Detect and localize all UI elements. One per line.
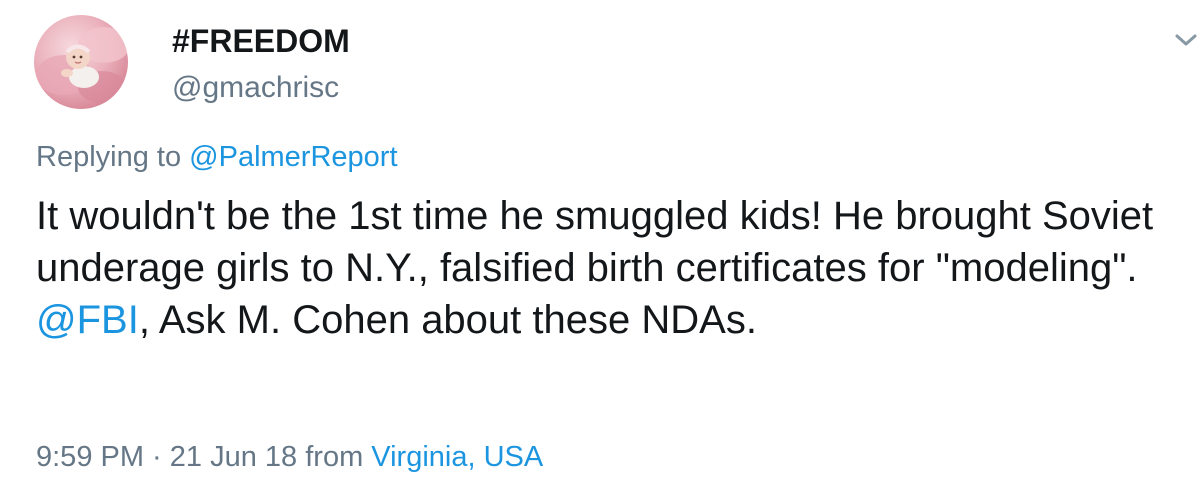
tweet-meta: 9:59 PM · 21 Jun 18 from Virginia, USA xyxy=(36,440,543,474)
fbi-mention-link[interactable]: @FBI xyxy=(36,298,139,342)
meta-separator: · xyxy=(144,441,170,473)
replying-to-label: Replying to xyxy=(36,141,190,173)
baby-on-pink-blanket-avatar xyxy=(36,27,128,103)
tweet-text-part1: It wouldn't be the 1st time he smuggled … xyxy=(36,194,1154,290)
reply-mention-link[interactable]: @PalmerReport xyxy=(189,141,397,173)
display-name[interactable]: #FREEDOM xyxy=(172,22,350,60)
location-link[interactable]: Virginia, USA xyxy=(371,441,543,473)
tweet-menu-button[interactable] xyxy=(1172,30,1200,50)
tweet-date[interactable]: 21 Jun 18 xyxy=(170,441,297,473)
replying-to: Replying to @PalmerReport xyxy=(36,140,398,174)
from-label: from xyxy=(297,441,372,473)
avatar[interactable] xyxy=(34,15,128,109)
tweet-text: It wouldn't be the 1st time he smuggled … xyxy=(36,190,1186,346)
user-handle[interactable]: @gmachrisc xyxy=(172,70,339,106)
chevron-down-icon xyxy=(1175,34,1197,46)
tweet-time[interactable]: 9:59 PM xyxy=(36,441,144,473)
tweet-text-part2: , Ask M. Cohen about these NDAs. xyxy=(138,298,757,342)
